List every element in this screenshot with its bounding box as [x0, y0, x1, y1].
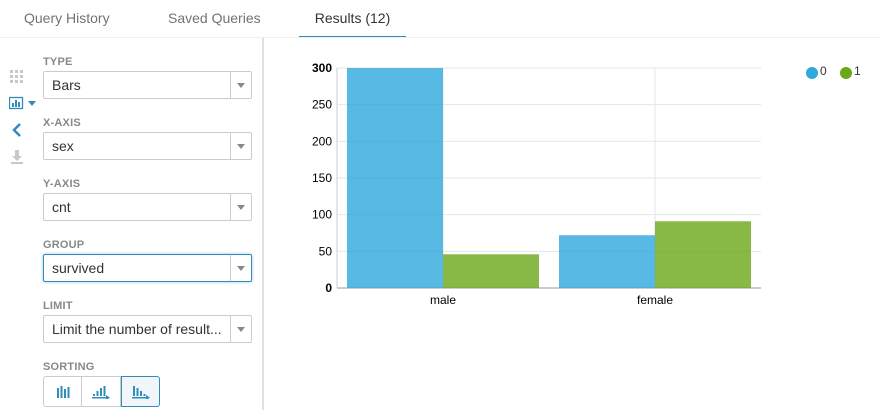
x-axis-label: X-AXIS [43, 117, 81, 129]
download-icon[interactable] [9, 149, 25, 165]
limit-label: LIMIT [43, 300, 73, 312]
y-axis-select[interactable]: cnt [43, 193, 252, 221]
y-axis-select-value: cnt [52, 199, 71, 215]
y-tick-label: 100 [312, 208, 332, 222]
group-select-value: survived [52, 260, 105, 276]
x-axis-select[interactable]: sex [43, 132, 252, 160]
y-tick-label: 300 [312, 61, 332, 75]
grid-icon[interactable] [9, 68, 25, 84]
tab-saved-queries[interactable]: Saved Queries [168, 0, 261, 36]
sorting-label: SORTING [43, 361, 95, 373]
type-select-value: Bars [52, 77, 81, 93]
group-label: GROUP [43, 239, 85, 251]
panel-divider [262, 38, 264, 410]
group-select[interactable]: survived [43, 254, 252, 282]
y-axis-label: Y-AXIS [43, 178, 81, 190]
chevron-left-icon[interactable] [9, 122, 25, 138]
legend-label-1[interactable]: 1 [854, 64, 861, 78]
chart-legend: 0 1 [806, 64, 866, 80]
x-axis-select-value: sex [52, 138, 74, 154]
legend-dot-1[interactable] [840, 67, 852, 79]
x-tick-label: female [637, 293, 673, 307]
limit-select-placeholder: Limit the number of result... [52, 321, 222, 337]
x-tick-label: male [430, 293, 456, 307]
type-select[interactable]: Bars [43, 71, 252, 99]
chevron-down-icon [230, 194, 251, 220]
y-tick-label: 250 [312, 98, 332, 112]
bar-chart: 0 50 100 150 200 250 300 male female [312, 61, 761, 307]
sort-none-icon [57, 386, 70, 398]
y-tick-label: 0 [325, 281, 332, 295]
sort-descending-button[interactable] [121, 376, 160, 407]
y-tick-label: 50 [319, 244, 333, 258]
y-tick-label: 200 [312, 134, 332, 148]
y-tick-label: 150 [312, 171, 332, 185]
chevron-down-icon [230, 72, 251, 98]
sort-ascending-icon [92, 386, 110, 399]
limit-select[interactable]: Limit the number of result... [43, 315, 252, 343]
bar-series-1-male [443, 254, 539, 288]
bar-chart-icon[interactable] [9, 96, 37, 110]
tab-bar: Query History Saved Queries Results (12) [0, 0, 881, 38]
chevron-down-icon [230, 133, 251, 159]
tab-divider [0, 37, 881, 38]
type-label: TYPE [43, 56, 73, 68]
tab-results[interactable]: Results (12) [299, 0, 406, 38]
legend-label-0[interactable]: 0 [820, 64, 827, 78]
legend-dot-0[interactable] [806, 67, 818, 79]
tab-query-history[interactable]: Query History [24, 0, 110, 36]
bar-series-1-female [655, 221, 751, 288]
sort-none-button[interactable] [43, 376, 82, 407]
sorting-button-group [43, 376, 160, 408]
bar-series-0-male [347, 68, 443, 288]
bar-series-0-female [559, 235, 655, 288]
sort-descending-icon [132, 386, 150, 399]
chevron-down-icon [230, 255, 251, 281]
sort-ascending-button[interactable] [82, 376, 121, 407]
chevron-down-icon [230, 316, 251, 342]
